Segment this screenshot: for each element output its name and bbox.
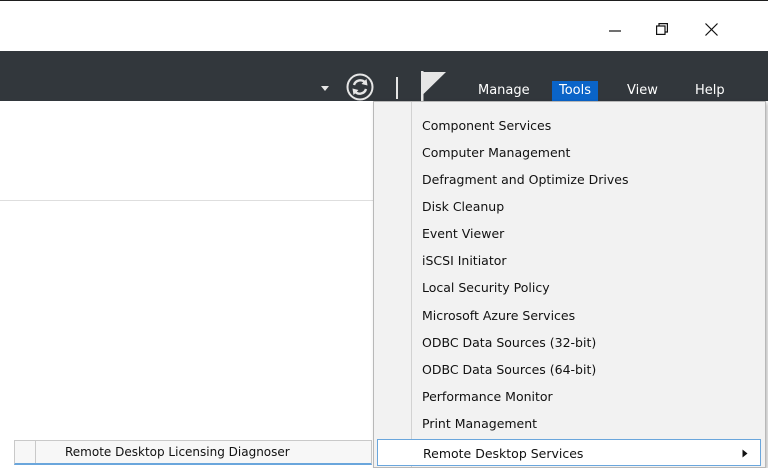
toolbar-separator	[396, 77, 398, 99]
menu-item-remote-desktop-services[interactable]: Remote Desktop Services	[377, 439, 761, 466]
caret-down-icon[interactable]	[320, 85, 330, 93]
menu-view[interactable]: View	[627, 81, 658, 101]
menu-item-azure-services[interactable]: Microsoft Azure Services	[374, 302, 765, 329]
restore-icon	[656, 23, 668, 35]
menu-item-defragment-drives[interactable]: Defragment and Optimize Drives	[374, 166, 765, 193]
menu-item-label: Component Services	[422, 118, 552, 133]
menu-item-label: Performance Monitor	[422, 389, 553, 404]
menu-item-label: ODBC Data Sources (64-bit)	[422, 362, 597, 377]
menu-item-odbc-32[interactable]: ODBC Data Sources (32-bit)	[374, 329, 765, 356]
tools-dropdown-menu: Component Services Computer Management D…	[373, 101, 766, 468]
list-item[interactable]: Remote Desktop Licensing Diagnoser	[14, 440, 372, 465]
menu-item-label: Local Security Policy	[422, 280, 550, 295]
window-titlebar	[0, 0, 768, 51]
menu-item-disk-cleanup[interactable]: Disk Cleanup	[374, 193, 765, 220]
menu-item-event-viewer[interactable]: Event Viewer	[374, 220, 765, 247]
list-item-label: Remote Desktop Licensing Diagnoser	[65, 445, 290, 459]
minimize-icon	[609, 30, 621, 32]
menu-item-local-security-policy[interactable]: Local Security Policy	[374, 274, 765, 301]
minimize-button[interactable]	[592, 15, 638, 43]
menu-item-label: Computer Management	[422, 145, 571, 160]
menu-item-odbc-64[interactable]: ODBC Data Sources (64-bit)	[374, 356, 765, 383]
menu-help[interactable]: Help	[695, 81, 725, 101]
restore-button[interactable]	[639, 15, 685, 43]
menu-item-label: Remote Desktop Services	[423, 446, 584, 461]
dashboard-content	[0, 201, 374, 468]
dashboard-header-strip	[0, 101, 374, 201]
chevron-right-icon	[742, 449, 748, 458]
close-icon	[704, 22, 718, 36]
menu-item-label: Disk Cleanup	[422, 199, 505, 214]
notifications-flag-icon[interactable]	[420, 70, 448, 104]
menu-item-label: iSCSI Initiator	[422, 253, 507, 268]
menu-item-print-management[interactable]: Print Management	[374, 410, 765, 437]
menu-tools[interactable]: Tools	[552, 81, 599, 101]
close-button[interactable]	[688, 15, 734, 43]
menu-item-label: Microsoft Azure Services	[422, 308, 576, 323]
list-item-gutter	[35, 441, 36, 463]
menu-item-performance-monitor[interactable]: Performance Monitor	[374, 383, 765, 410]
menu-item-iscsi-initiator[interactable]: iSCSI Initiator	[374, 247, 765, 274]
menu-item-component-services[interactable]: Component Services	[374, 112, 765, 139]
menu-item-label: Event Viewer	[422, 226, 505, 241]
menu-item-computer-management[interactable]: Computer Management	[374, 139, 765, 166]
menu-item-label: Defragment and Optimize Drives	[422, 172, 629, 187]
refresh-icon[interactable]	[345, 72, 375, 102]
menu-item-label: ODBC Data Sources (32-bit)	[422, 335, 597, 350]
menu-manage[interactable]: Manage	[478, 81, 530, 101]
menu-item-label: Print Management	[422, 416, 538, 431]
